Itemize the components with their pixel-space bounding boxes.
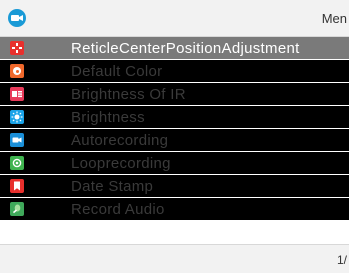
video-icon xyxy=(10,133,24,147)
menu-item-label: Default Color xyxy=(71,63,163,80)
top-bar: Men xyxy=(0,0,349,37)
menu-item-label: ReticleCenterPositionAdjustment xyxy=(71,40,300,57)
menu-item-label: Date Stamp xyxy=(71,178,154,195)
sun-icon xyxy=(10,110,24,124)
menu-item-default-color[interactable]: Default Color xyxy=(0,60,349,82)
menu-list: ReticleCenterPositionAdjustment Default … xyxy=(0,37,349,221)
menu-item-label: Brightness xyxy=(71,109,145,126)
ir-brightness-icon xyxy=(10,87,24,101)
menu-item-autorecording[interactable]: Autorecording xyxy=(0,129,349,151)
menu-item-label: Brightness Of IR xyxy=(71,86,186,103)
menu-item-brightness-of-ir[interactable]: Brightness Of IR xyxy=(0,83,349,105)
loop-icon xyxy=(10,156,24,170)
menu-item-reticle-center-position-adjustment[interactable]: ReticleCenterPositionAdjustment xyxy=(0,37,349,59)
menu-item-date-stamp[interactable]: Date Stamp xyxy=(0,175,349,197)
microphone-icon xyxy=(10,202,24,216)
menu-item-label: Record Audio xyxy=(71,201,165,218)
bottom-bar: 1/ xyxy=(0,244,349,273)
menu-screen: Men ReticleCenterPositionAdjustment Defa… xyxy=(0,0,349,273)
menu-item-label: Looprecording xyxy=(71,155,171,172)
palette-icon xyxy=(10,64,24,78)
menu-item-label: Autorecording xyxy=(71,132,169,149)
bookmark-icon xyxy=(10,179,24,193)
menu-item-brightness[interactable]: Brightness xyxy=(0,106,349,128)
page-indicator: 1/ xyxy=(336,253,347,267)
menu-item-looprecording[interactable]: Looprecording xyxy=(0,152,349,174)
camera-icon[interactable] xyxy=(8,9,26,27)
page-title: Men xyxy=(321,11,347,26)
menu-item-record-audio[interactable]: Record Audio xyxy=(0,198,349,220)
crosshair-icon xyxy=(10,41,24,55)
